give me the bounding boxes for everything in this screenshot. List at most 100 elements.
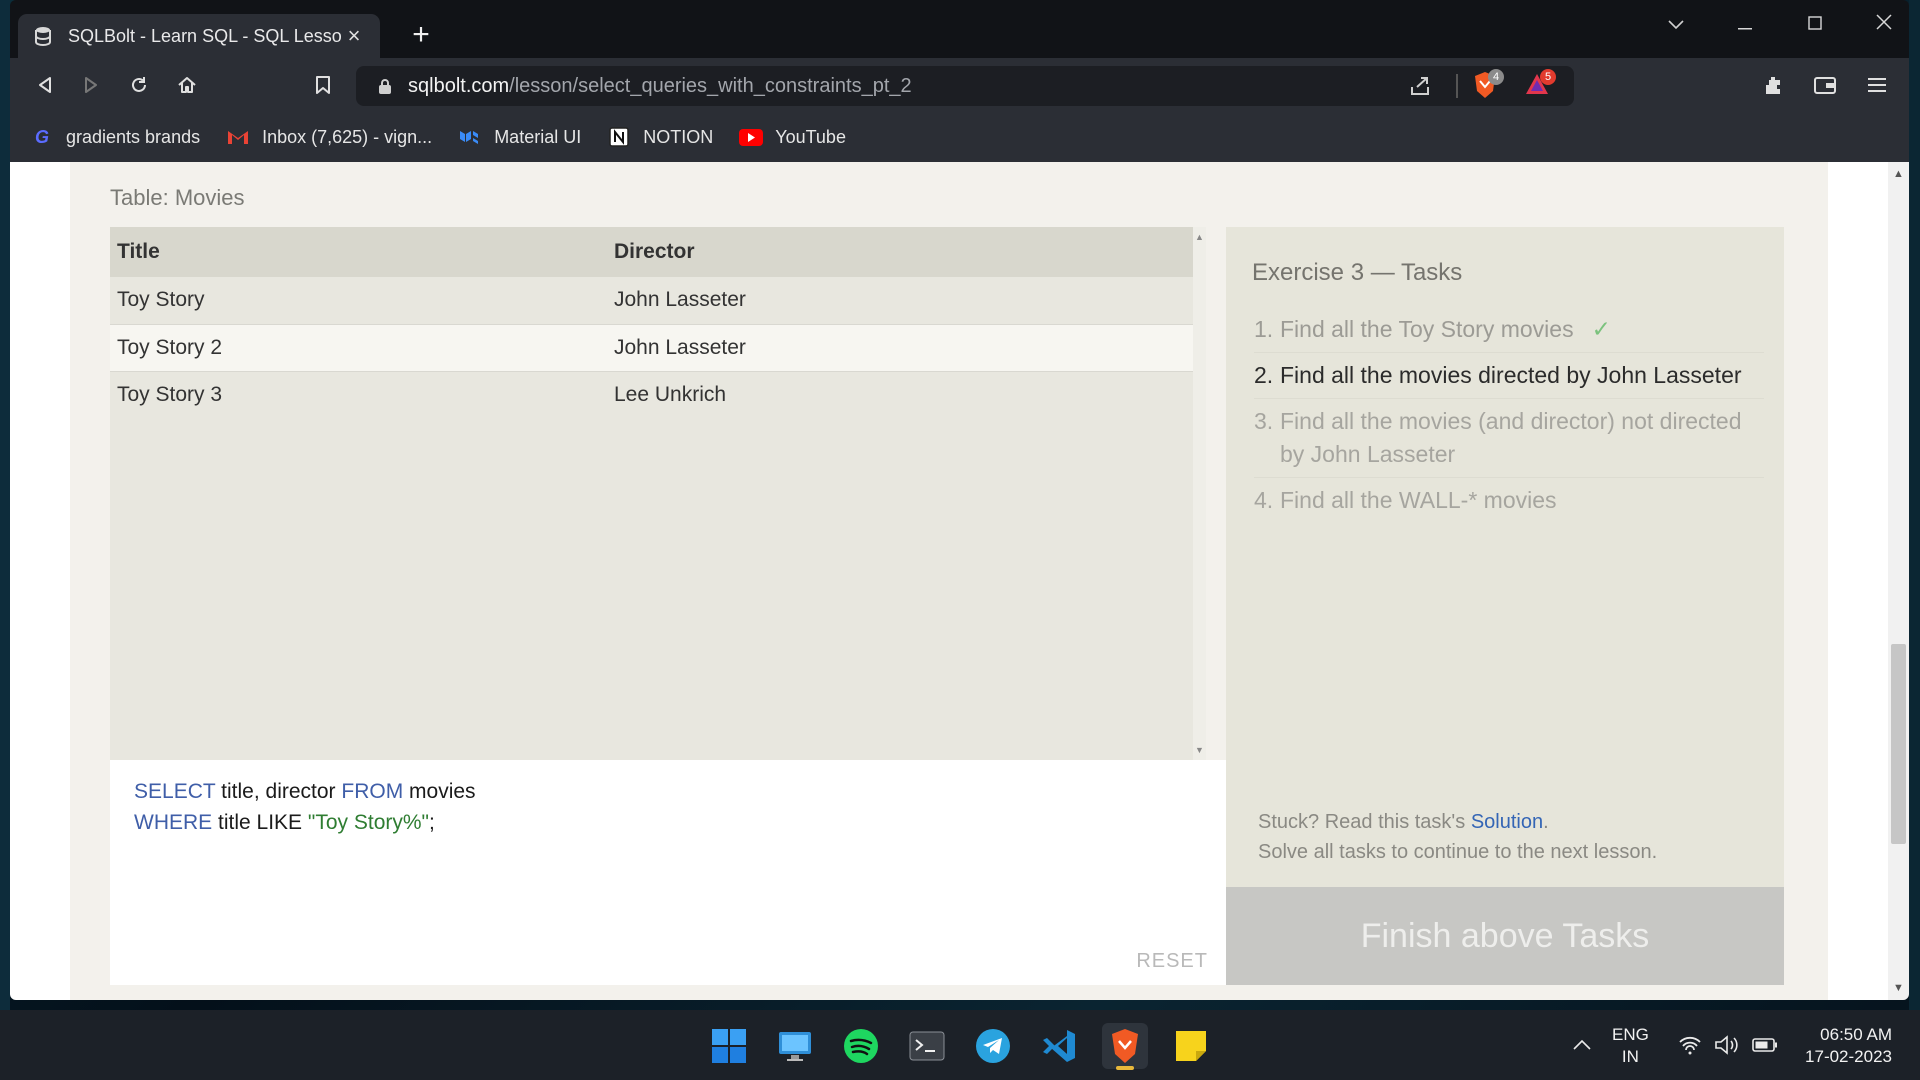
share-icon[interactable] — [1409, 75, 1431, 103]
vscode-icon[interactable] — [1036, 1023, 1082, 1069]
volume-icon[interactable] — [1714, 1010, 1740, 1080]
cell-title: Toy Story 3 — [117, 382, 223, 406]
brave-rewards-icon[interactable]: 5 — [1524, 69, 1562, 101]
windows-start-icon[interactable] — [706, 1023, 752, 1069]
clock-date: 17-02-2023 — [1805, 1047, 1892, 1066]
spotify-icon[interactable] — [838, 1023, 884, 1069]
input-language-indicator[interactable]: ENG IN — [1612, 1024, 1649, 1068]
system-clock[interactable]: 06:50 AM 17-02-2023 — [1796, 1024, 1892, 1068]
notion-icon — [607, 126, 631, 148]
sql-text: title, director — [215, 780, 342, 803]
sql-query-code[interactable]: SELECT title, director FROM movies WHERE… — [134, 776, 476, 838]
region-code: IN — [1621, 1047, 1639, 1066]
close-window-icon[interactable] — [1860, 8, 1908, 38]
table-scrollbar[interactable]: ▲ ▼ — [1193, 227, 1206, 760]
column-header-director: Director — [607, 227, 1193, 277]
desktop-edge-right — [1909, 0, 1920, 1010]
hint-line-2: Solve all tasks to continue to the next … — [1258, 841, 1658, 863]
wifi-icon[interactable] — [1678, 1010, 1702, 1080]
hint-line-1: Stuck? Read this task's Solution. — [1258, 807, 1657, 837]
database-icon — [32, 25, 54, 47]
address-bar[interactable]: sqlbolt.com /lesson/select_queries_with_… — [356, 66, 1574, 106]
bookmark-label: gradients brands — [66, 126, 201, 147]
reload-icon[interactable] — [124, 70, 154, 100]
task-number: 4. — [1254, 487, 1274, 513]
menu-icon[interactable] — [1862, 70, 1892, 100]
sql-text: ; — [429, 811, 435, 834]
sticky-notes-icon[interactable] — [1168, 1023, 1214, 1069]
telegram-icon[interactable] — [970, 1023, 1016, 1069]
scrollbar-thumb[interactable] — [1891, 644, 1906, 844]
gmail-icon — [226, 126, 250, 148]
table-row: Toy Story John Lasseter — [110, 277, 1193, 325]
sql-editor[interactable]: SELECT title, director FROM movies WHERE… — [110, 760, 1226, 985]
youtube-icon — [739, 126, 764, 148]
forward-icon[interactable] — [76, 70, 106, 100]
sql-text: movies — [403, 780, 476, 803]
brave-shields-icon[interactable]: 4 — [1472, 69, 1510, 101]
taskbar: ENG IN 06:50 AM 17-02-2023 — [0, 1010, 1920, 1080]
scroll-up-icon[interactable]: ▲ — [1193, 229, 1206, 245]
bookmark-label: NOTION — [643, 126, 714, 147]
new-tab-button[interactable]: + — [403, 18, 439, 54]
bookmark-notion[interactable]: NOTION — [607, 126, 713, 148]
extensions-icon[interactable] — [1759, 70, 1789, 100]
cell-title: Toy Story 2 — [110, 324, 607, 372]
tab-strip: SQLBolt - Learn SQL - SQL Lesson × + — [10, 0, 1909, 58]
rewards-count-badge: 5 — [1540, 69, 1556, 85]
task-number: 3. — [1254, 408, 1274, 434]
battery-icon[interactable] — [1752, 1010, 1778, 1080]
sql-text: title LIKE — [212, 811, 308, 834]
browser-toolbar: sqlbolt.com /lesson/select_queries_with_… — [10, 58, 1909, 112]
home-icon[interactable] — [172, 70, 202, 100]
minimize-icon[interactable] — [1721, 8, 1769, 38]
hint-prefix: Stuck? Read this task's — [1258, 811, 1471, 833]
task-text: Find all the movies (and director) not d… — [1280, 408, 1742, 467]
task-text: Find all the movies directed by John Las… — [1280, 362, 1742, 388]
address-divider — [1456, 74, 1458, 98]
cell-title: Toy Story — [110, 277, 607, 325]
hint-suffix: . — [1543, 811, 1549, 833]
desktop-monitor-icon[interactable] — [772, 1023, 818, 1069]
finish-tasks-button[interactable]: Finish above Tasks — [1226, 887, 1784, 985]
maximize-icon[interactable] — [1791, 8, 1839, 38]
reset-button[interactable]: RESET — [1136, 950, 1208, 973]
movies-table: Title Director Toy Story John Lasseter T… — [110, 227, 1193, 418]
shields-count-badge: 4 — [1488, 69, 1504, 85]
bookmark-icon[interactable] — [308, 70, 338, 100]
task-item: 2. Find all the movies directed by John … — [1254, 353, 1764, 399]
bookmark-gradients-brands[interactable]: G gradients brands — [30, 126, 200, 148]
brave-browser-icon[interactable] — [1102, 1023, 1148, 1070]
solution-link[interactable]: Solution — [1471, 811, 1543, 833]
bookmark-youtube[interactable]: YouTube — [739, 126, 846, 148]
lock-icon — [378, 77, 394, 95]
cell-director: John Lasseter — [607, 277, 1193, 325]
bookmark-material-ui[interactable]: Material UI — [458, 126, 581, 148]
tab-title: SQLBolt - Learn SQL - SQL Lesson — [68, 25, 342, 46]
sql-keyword: WHERE — [134, 811, 213, 834]
url-path: /lesson/select_queries_with_constraints_… — [509, 74, 912, 97]
close-tab-icon[interactable]: × — [342, 23, 366, 49]
tray-overflow-icon[interactable] — [1572, 1010, 1592, 1080]
tab-search-icon[interactable] — [1652, 8, 1700, 38]
scroll-down-icon[interactable]: ▼ — [1193, 742, 1206, 758]
wallet-icon[interactable] — [1810, 70, 1840, 100]
scroll-up-icon[interactable]: ▲ — [1888, 164, 1909, 184]
bookmarks-bar: G gradients brands Inbox (7,625) - vign.… — [10, 112, 1909, 162]
tasks-title: Exercise 3 — Tasks — [1252, 259, 1463, 286]
task-number: 1. — [1254, 316, 1274, 342]
clock-time: 06:50 AM — [1820, 1025, 1892, 1044]
terminal-icon[interactable] — [904, 1023, 950, 1069]
task-text: Find all the WALL-* movies — [1280, 487, 1557, 513]
cell-director: John Lasseter — [607, 324, 1193, 372]
bookmark-label: Material UI — [494, 126, 582, 147]
active-app-indicator — [1116, 1066, 1134, 1070]
tab-sqlbolt[interactable]: SQLBolt - Learn SQL - SQL Lesson × — [18, 14, 380, 58]
bookmark-gmail-inbox[interactable]: Inbox (7,625) - vign... — [226, 126, 432, 148]
back-icon[interactable] — [30, 70, 60, 100]
url-host: sqlbolt.com — [408, 74, 510, 97]
scroll-down-icon[interactable]: ▼ — [1888, 978, 1909, 998]
sql-keyword: SELECT — [134, 780, 216, 803]
page-scrollbar[interactable]: ▲ ▼ — [1888, 162, 1909, 1000]
table-header-row: Title Director — [110, 227, 1193, 277]
